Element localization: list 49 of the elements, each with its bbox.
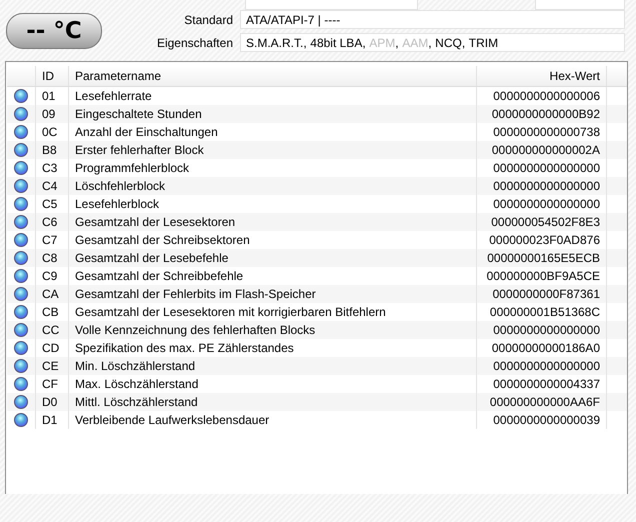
status-icon (14, 305, 28, 319)
feature-text: AAM (402, 36, 428, 50)
separator-text: , (303, 36, 307, 50)
features-label: Eigenschaften (156, 36, 233, 50)
separator-text: , (362, 36, 366, 50)
status-icon (14, 287, 28, 301)
standard-label: Standard (183, 12, 233, 26)
column-header[interactable]: Hex-Wert (476, 66, 606, 86)
status-icon (14, 251, 28, 265)
table-row[interactable]: C8 Gesamtzahl der Lesebefehle 00000000165E5ECB (7, 249, 627, 267)
column-header[interactable]: ID (35, 66, 68, 86)
status-icon (14, 161, 28, 175)
table-cell: Verbleibende Laufwerkslebensdauer (68, 411, 476, 429)
feature-text: TRIM (468, 36, 498, 50)
status-icon (14, 215, 28, 229)
table-cell: D1 (35, 411, 68, 429)
status-icon (14, 89, 28, 103)
status-icon (14, 197, 28, 211)
status-icon (14, 341, 28, 355)
feature-text: S.M.A.R.T. (246, 36, 304, 50)
separator-text: , (428, 36, 432, 50)
table-row[interactable]: CC Volle Kennzeichnung des fehlerhaften Blocks 0000000000000000 (7, 321, 627, 339)
table-cell: 0000000000000039 (476, 411, 606, 429)
status-icon (14, 269, 28, 283)
table-row[interactable]: D0 Mittl. Löschzählerstand 000000000000AA6F (7, 393, 627, 411)
status-icon (14, 359, 28, 373)
status-icon (14, 413, 28, 427)
separator-text: , (462, 36, 466, 50)
status-icon (14, 179, 28, 193)
separator-text: , (395, 36, 399, 50)
status-icon (14, 323, 28, 337)
table-row[interactable]: 09 Eingeschaltete Stunden 0000000000000B92 (7, 105, 627, 123)
table-row[interactable]: B8 Erster fehlerhafter Block 000000000000002A (7, 141, 627, 159)
status-icon (14, 395, 28, 409)
table-row[interactable]: CA Gesamtzahl der Fehlerbits im Flash-Speicher 0000000000F87361 (7, 285, 627, 303)
standard-field: ATA/ATAPI-7 | ---- (240, 10, 625, 29)
feature-text: APM (369, 36, 396, 50)
column-header[interactable]: Parametername (68, 66, 476, 86)
status-icon (14, 377, 28, 391)
table-row[interactable]: C6 Gesamtzahl der Lesesektoren 000000054502F8E3 (7, 213, 627, 231)
status-icon (14, 233, 28, 247)
status-icon (14, 125, 28, 139)
status-icon (14, 107, 28, 121)
status-icon (14, 143, 28, 157)
temperature-display: -- °C (6, 13, 102, 49)
feature-text: NCQ (435, 36, 462, 50)
table-row[interactable]: CE Min. Löschzählerstand 0000000000000000 (7, 357, 627, 375)
table-row[interactable]: C4 Löschfehlerblock 0000000000000000 (7, 177, 627, 195)
feature-text: 48bit LBA (310, 36, 362, 50)
